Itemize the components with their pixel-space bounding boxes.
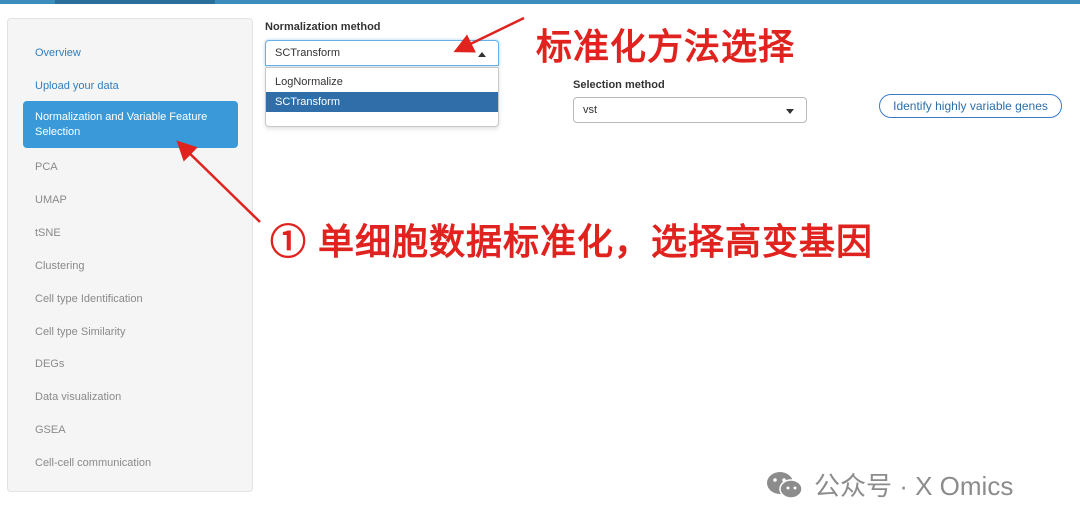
selection-method-label: Selection method bbox=[573, 79, 665, 91]
sidebar-item-degs[interactable]: DEGs bbox=[23, 355, 238, 374]
sidebar-item-celltype-similarity[interactable]: Cell type Similarity bbox=[23, 323, 238, 342]
normalization-method-value: SCTransform bbox=[275, 47, 340, 59]
watermark-text: 公众号 · X Omics bbox=[814, 471, 1014, 501]
sidebar-item-gsea[interactable]: GSEA bbox=[23, 421, 238, 440]
sidebar-item-celltype-identification[interactable]: Cell type Identification bbox=[23, 290, 238, 309]
sidebar-item-normalization[interactable]: Normalization and Variable Feature Selec… bbox=[23, 101, 238, 148]
sidebar-item-upload[interactable]: Upload your data bbox=[23, 77, 238, 96]
top-bar bbox=[0, 0, 1080, 4]
option-sctransform[interactable]: SCTransform bbox=[266, 92, 498, 112]
sidebar: Overview Upload your data Normalization … bbox=[7, 18, 253, 492]
normalization-dropdown: LogNormalize SCTransform bbox=[265, 67, 499, 127]
sidebar-item-tsne[interactable]: tSNE bbox=[23, 224, 238, 243]
wechat-icon bbox=[767, 472, 803, 499]
sidebar-item-overview[interactable]: Overview bbox=[23, 44, 238, 63]
normalization-method-label: Normalization method bbox=[265, 21, 381, 33]
caret-up-icon bbox=[478, 52, 486, 57]
option-lognormalize[interactable]: LogNormalize bbox=[266, 72, 498, 92]
sidebar-item-clustering[interactable]: Clustering bbox=[23, 257, 238, 276]
normalization-method-select[interactable]: SCTransform bbox=[265, 40, 499, 66]
identify-hvg-button[interactable]: Identify highly variable genes bbox=[879, 94, 1062, 118]
sidebar-item-cell-communication[interactable]: Cell-cell communication bbox=[23, 454, 238, 473]
sidebar-item-pca[interactable]: PCA bbox=[23, 158, 238, 177]
sidebar-item-umap[interactable]: UMAP bbox=[23, 191, 238, 210]
annotation-middle: ① 单细胞数据标准化，选择高变基因 bbox=[270, 221, 874, 262]
annotation-top: 标准化方法选择 bbox=[536, 26, 796, 67]
top-bar-highlight bbox=[55, 0, 215, 4]
selection-method-value: vst bbox=[583, 104, 598, 116]
caret-down-icon bbox=[786, 109, 794, 114]
selection-method-select[interactable]: vst bbox=[573, 97, 807, 123]
sidebar-item-data-visualization[interactable]: Data visualization bbox=[23, 388, 238, 407]
